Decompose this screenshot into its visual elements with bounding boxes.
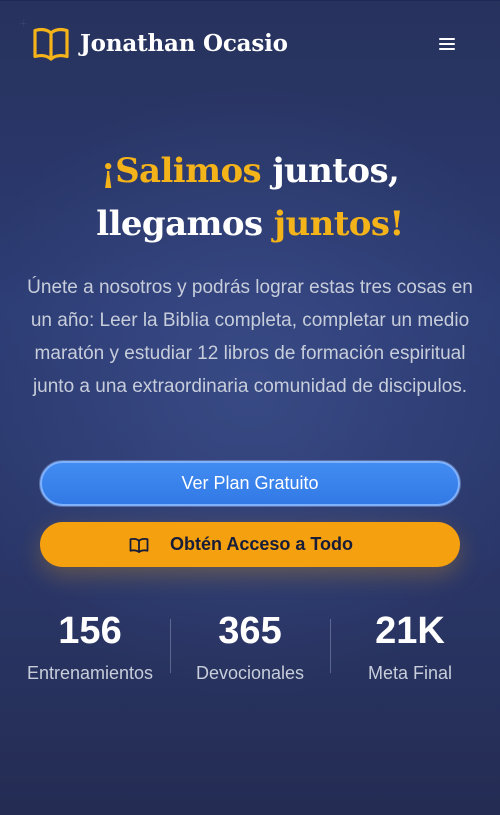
stat-label: Meta Final <box>367 663 453 683</box>
stat-value: 21K <box>375 610 445 652</box>
hero-headline: ¡Salimos juntos, llegamos juntos! <box>0 145 500 251</box>
hero-description: Únete a nosotros y podrás lograr estas t… <box>27 277 473 397</box>
stat-label: Entrenamientos <box>26 663 154 683</box>
hero-section: ¡Salimos juntos, llegamos juntos! Únete … <box>0 145 500 403</box>
view-free-plan-button[interactable]: Ver Plan Gratuito <box>40 461 460 506</box>
headline-juntos-2: juntos! <box>273 204 405 244</box>
stat-value: 365 <box>218 610 282 652</box>
brand-name[interactable]: Jonathan Ocasio <box>80 30 288 57</box>
stat-label: Devocionales <box>195 663 305 683</box>
get-full-access-label: Obtén Acceso a Todo <box>169 534 354 554</box>
headline-llegamos: llegamos <box>96 204 274 244</box>
headline-juntos-1: juntos, <box>261 151 400 191</box>
stat-entrenamientos: 156 Entrenamientos <box>10 605 170 695</box>
open-book-icon <box>31 25 71 61</box>
call-to-action-group: Ver Plan Gratuito Obtén Acceso a Todo <box>40 461 460 567</box>
stat-value: 156 <box>58 610 122 652</box>
menu-button[interactable] <box>431 30 463 58</box>
open-book-icon <box>129 537 149 553</box>
stats-section: 156 Entrenamientos 365 Devocionales 21K … <box>10 605 490 695</box>
headline-salimos: ¡Salimos <box>100 151 262 191</box>
site-header: Jonathan Ocasio <box>0 0 500 90</box>
view-free-plan-label: Ver Plan Gratuito <box>181 473 319 493</box>
stat-devocionales: 365 Devocionales <box>170 605 330 695</box>
stat-meta-final: 21K Meta Final <box>330 605 490 695</box>
get-full-access-button[interactable]: Obtén Acceso a Todo <box>40 522 460 567</box>
hamburger-menu-icon <box>439 38 455 50</box>
